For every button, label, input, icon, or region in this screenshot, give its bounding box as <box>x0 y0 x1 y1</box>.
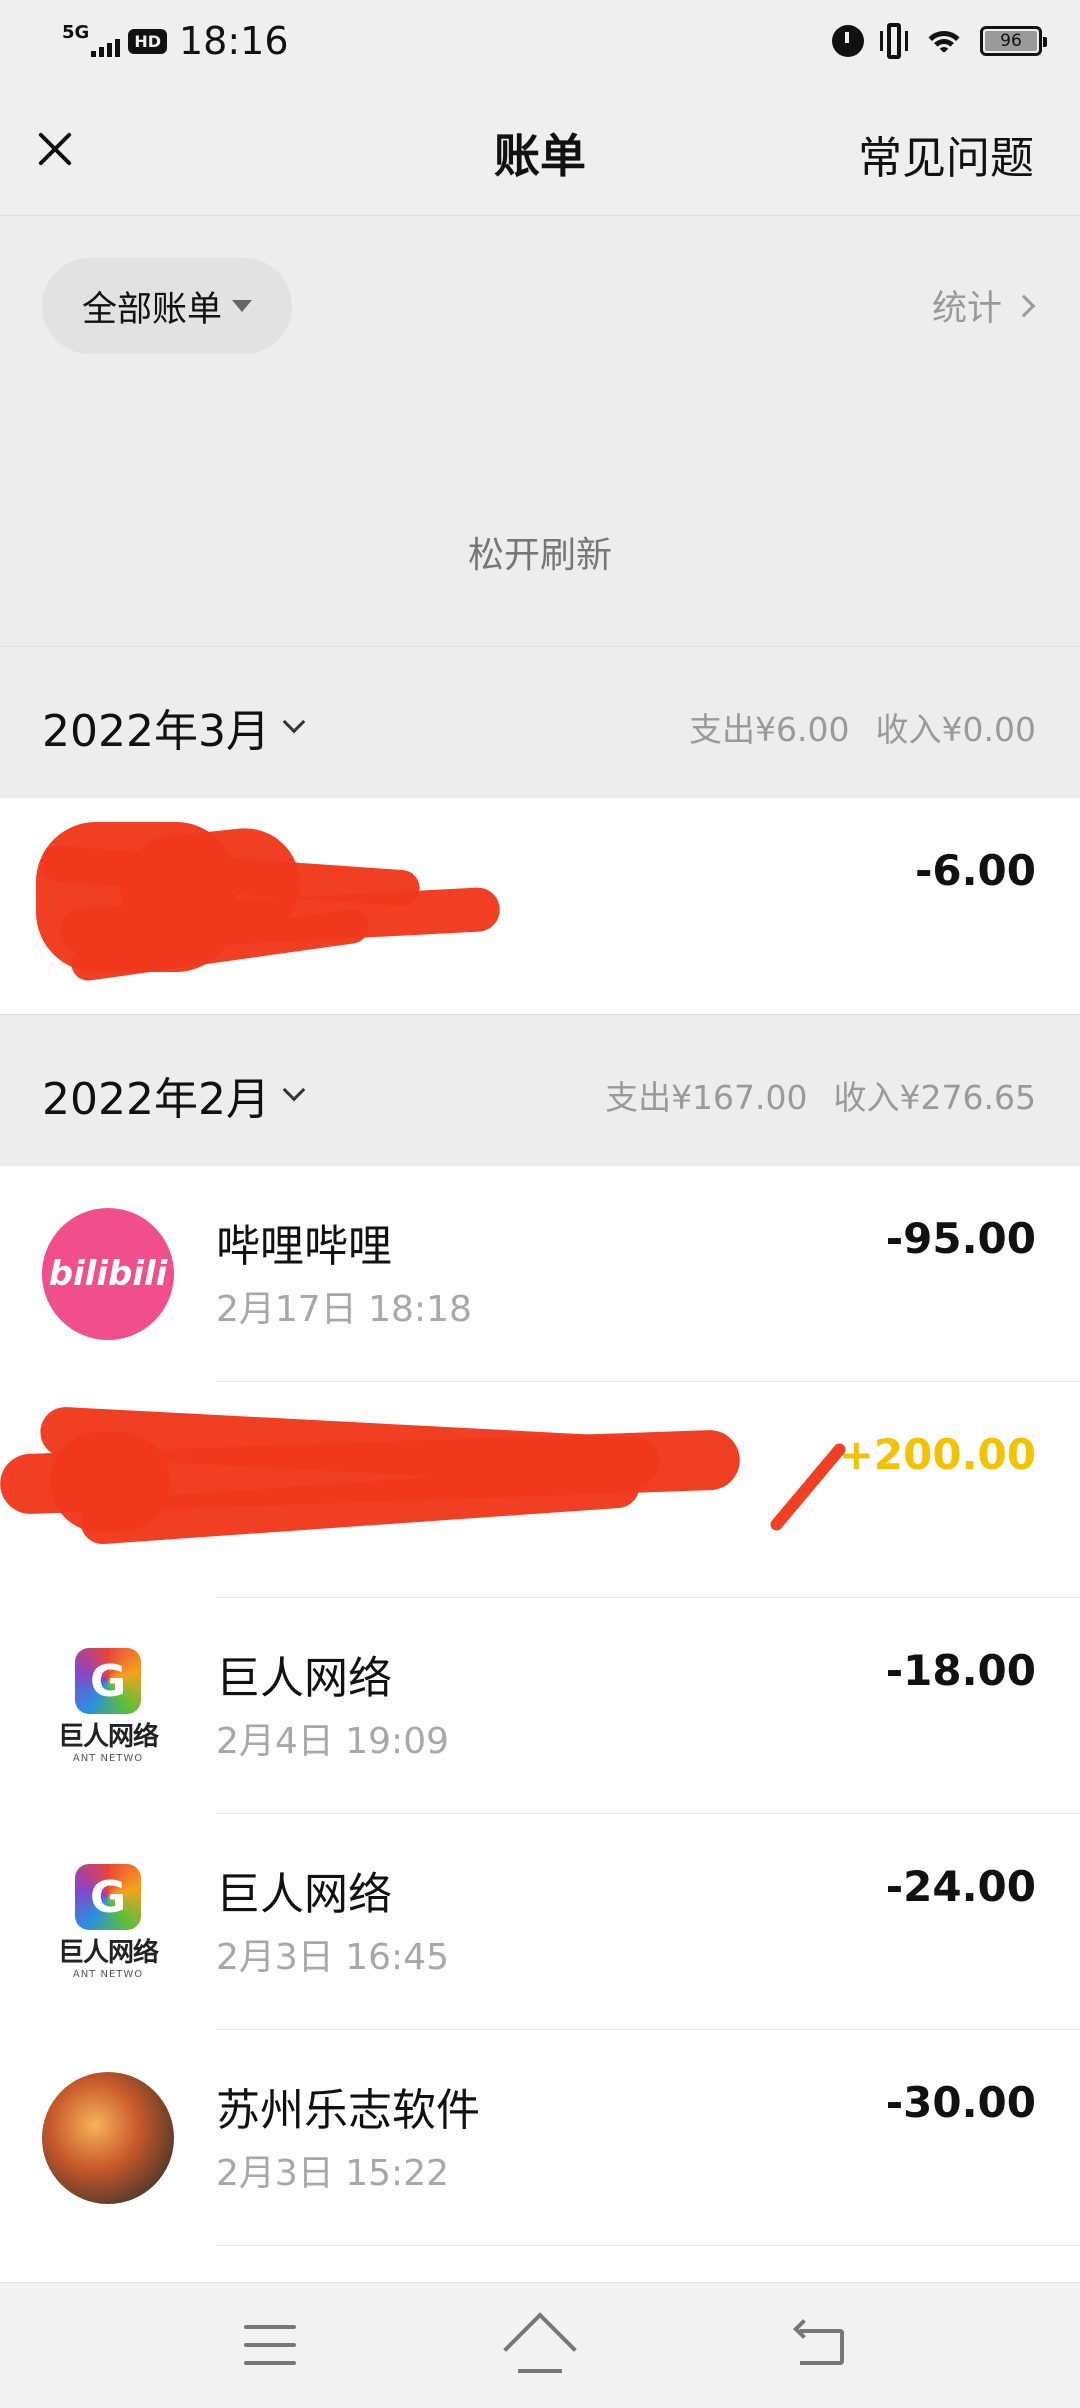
month-summary: 支出¥167.00 收入¥276.65 <box>605 1071 1036 1119</box>
bilibili-icon: bilibili <box>42 1208 174 1340</box>
top-nav-bar: 账单 常见问题 <box>0 82 1080 216</box>
transaction-time: 2月17日 18:18 <box>216 1289 472 1330</box>
home-icon[interactable] <box>503 2312 577 2386</box>
month-label: 2022年3月 <box>42 706 270 757</box>
transaction-amount: -18.00 <box>885 1646 1036 1695</box>
pull-refresh-hint: 松开刷新 <box>467 535 612 576</box>
giant-network-icon: G 巨人网络 ANT NETWO <box>42 1640 174 1772</box>
transaction-amount: -24.00 <box>885 1862 1036 1911</box>
giant-network-icon: G 巨人网络 ANT NETWO <box>42 1856 174 1988</box>
chevron-down-icon <box>282 1078 306 1102</box>
transaction-amount: -6.00 <box>914 846 1036 895</box>
transaction-row[interactable]: bilibili 哔哩哔哩 2月17日 18:18 -95.00 <box>0 1166 1080 1382</box>
status-bar: 5G HD 18:16 96 <box>0 0 1080 82</box>
status-time: 18:16 <box>178 19 289 63</box>
transaction-time: 2月3日 15:22 <box>216 2153 449 2194</box>
filter-area: 全部账单 统计 松开刷新 <box>0 216 1080 646</box>
statistics-link[interactable]: 统计 <box>931 280 1036 331</box>
back-icon[interactable] <box>793 2319 848 2369</box>
transaction-row[interactable]: -6.00 <box>0 798 1080 1014</box>
month-label: 2022年2月 <box>42 1074 270 1125</box>
month-expense: 支出¥6.00 <box>689 710 850 749</box>
caret-down-icon <box>232 300 252 312</box>
transaction-name: 巨人网络 <box>216 1653 392 1704</box>
transaction-time: 2月4日 19:09 <box>216 1721 449 1762</box>
transaction-name: 哔哩哔哩 <box>216 1221 392 1272</box>
month-income: 收入¥0.00 <box>875 710 1036 749</box>
transaction-amount: -30.00 <box>885 2078 1036 2127</box>
month-income: 收入¥276.65 <box>833 1078 1036 1117</box>
bill-filter-label: 全部账单 <box>81 289 222 330</box>
transaction-name: 巨人网络 <box>216 1869 392 1920</box>
transaction-row[interactable]: 苏州乐志软件 2月3日 15:22 -30.00 <box>0 2030 1080 2282</box>
month-header-march[interactable]: 2022年3月 支出¥6.00 收入¥0.00 <box>0 646 1080 798</box>
month-header-february[interactable]: 2022年2月 支出¥167.00 收入¥276.65 <box>0 1014 1080 1166</box>
warrior-game-icon <box>42 2072 174 2204</box>
transaction-name: 苏州乐志软件 <box>216 2085 480 2136</box>
signal-icon <box>91 37 121 57</box>
transaction-row[interactable]: G 巨人网络 ANT NETWO 巨人网络 2月3日 16:45 -24.00 <box>0 1814 1080 2030</box>
bill-filter-dropdown[interactable]: 全部账单 <box>42 258 292 354</box>
network-type: 5G <box>62 21 90 43</box>
month-summary: 支出¥6.00 收入¥0.00 <box>689 703 1036 751</box>
transaction-time: 2月3日 16:45 <box>216 1937 449 1978</box>
battery-icon: 96 <box>980 26 1047 56</box>
chevron-down-icon <box>282 710 306 734</box>
battery-level: 96 <box>1000 31 1022 51</box>
wifi-icon <box>924 25 964 57</box>
faq-link[interactable]: 常见问题 <box>858 122 1034 186</box>
transaction-amount: -95.00 <box>885 1214 1036 1263</box>
transaction-amount: +200.00 <box>838 1430 1036 1479</box>
transaction-row[interactable]: +200.00 <box>0 1382 1080 1598</box>
alarm-icon <box>832 25 864 57</box>
transaction-row[interactable]: G 巨人网络 ANT NETWO 巨人网络 2月4日 19:09 -18.00 <box>0 1598 1080 1814</box>
chevron-right-icon <box>1012 294 1036 317</box>
vibrate-icon <box>880 23 908 59</box>
system-nav-bar <box>0 2282 1080 2408</box>
menu-icon[interactable] <box>244 2325 296 2365</box>
statistics-label: 统计 <box>931 289 1002 329</box>
hd-badge: HD <box>128 28 167 54</box>
month-expense: 支出¥167.00 <box>605 1078 808 1117</box>
